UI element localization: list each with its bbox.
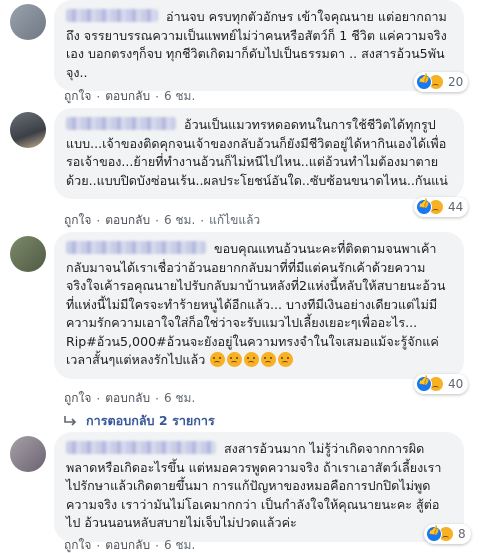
comment-bubble: อ้วนเป็นแมวทรหดอดทนในการใช้ชีวิตได้ทุกรู… (54, 108, 464, 199)
like-reaction-icon (416, 199, 432, 215)
comment-text: สงสารอ้วนมาก ไม่รู้ว่าเกิดจากการผิดพลาดห… (66, 441, 442, 530)
like-reaction-icon (426, 526, 442, 542)
reply-link[interactable]: ตอบกลับ (105, 536, 150, 553)
timestamp[interactable]: 6 ชม. (164, 87, 195, 106)
crying-face-icon (261, 352, 277, 367)
commenter-name[interactable] (66, 117, 176, 130)
view-replies-label: การตอบกลับ 2 รายการ (86, 413, 215, 428)
reply-arrow-icon (64, 416, 77, 426)
reaction-count: 20 (448, 75, 464, 89)
edited-label[interactable]: แก้ไขแล้ว (209, 211, 260, 230)
crying-face-icon (210, 352, 226, 367)
crying-face-icon (278, 352, 294, 367)
like-link[interactable]: ถูกใจ (64, 87, 91, 106)
like-link[interactable]: ถูกใจ (64, 389, 91, 408)
like-reaction-icon (416, 74, 432, 90)
avatar[interactable] (10, 112, 46, 148)
like-link[interactable]: ถูกใจ (64, 536, 91, 553)
comment-actions: ถูกใจ · ตอบกลับ · 6 ชม. (64, 536, 195, 553)
reaction-summary[interactable]: 20 (414, 72, 469, 92)
avatar[interactable] (10, 236, 46, 272)
reaction-summary[interactable]: 40 (414, 374, 469, 394)
reaction-count: 44 (448, 200, 464, 214)
timestamp[interactable]: 6 ชม. (164, 536, 195, 553)
crying-emoji-row (209, 352, 294, 367)
comment-actions: ถูกใจ · ตอบกลับ · 6 ชม. · แก้ไขแล้ว (64, 211, 260, 230)
comment-bubble: อ่านจบ ครบทุกตัวอักษร เข้าใจคุณนาย แต่อย… (54, 0, 464, 91)
comment-bubble: สงสารอ้วนมาก ไม่รู้ว่าเกิดจากการผิดพลาดห… (54, 432, 464, 542)
avatar[interactable] (10, 4, 46, 40)
reply-link[interactable]: ตอบกลับ (105, 389, 150, 408)
commenter-name[interactable] (66, 441, 216, 454)
comment-text: ขอบคุณแทนอ้วนนะคะที่ติดตามจนพาเค้ากลับมา… (66, 241, 446, 367)
comment-bubble: ขอบคุณแทนอ้วนนะคะที่ติดตามจนพาเค้ากลับมา… (54, 232, 464, 379)
timestamp[interactable]: 6 ชม. (164, 389, 195, 408)
like-link[interactable]: ถูกใจ (64, 211, 91, 230)
reaction-count: 8 (458, 527, 466, 541)
avatar[interactable] (10, 436, 46, 472)
view-replies-link[interactable]: การตอบกลับ 2 รายการ (64, 411, 215, 431)
reply-link[interactable]: ตอบกลับ (105, 87, 150, 106)
commenter-name[interactable] (66, 9, 158, 22)
timestamp[interactable]: 6 ชม. (164, 211, 195, 230)
comment-actions: ถูกใจ · ตอบกลับ · 6 ชม. (64, 389, 195, 408)
reaction-summary[interactable]: 8 (424, 524, 471, 544)
reply-link[interactable]: ตอบกลับ (105, 211, 150, 230)
reaction-summary[interactable]: 44 (414, 197, 469, 217)
like-reaction-icon (416, 376, 432, 392)
commenter-name[interactable] (66, 241, 206, 254)
comment-actions: ถูกใจ · ตอบกลับ · 6 ชม. (64, 87, 195, 106)
crying-face-icon (227, 352, 243, 367)
crying-face-icon (244, 352, 260, 367)
reaction-count: 40 (448, 377, 464, 391)
